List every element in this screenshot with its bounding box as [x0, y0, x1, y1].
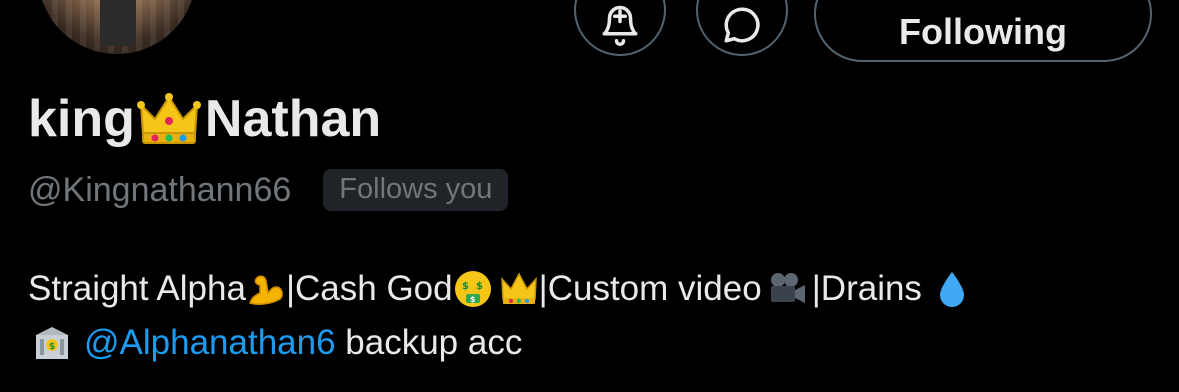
display-name: king Nathan	[28, 84, 381, 154]
display-name-part1: king	[28, 90, 135, 148]
bio-text-3: |Custom video	[538, 269, 762, 308]
message-bubble-icon	[724, 7, 760, 43]
bio-mention-link[interactable]: @Alphanathan6	[84, 316, 336, 370]
profile-bio: Straight Alpha |Cash God $ $ $ |Custom v…	[28, 262, 1158, 370]
movie-camera-icon	[770, 273, 805, 303]
bio-line-2: $ @Alphanathan6 backup acc	[28, 316, 1158, 370]
droplet-icon	[939, 272, 964, 307]
bio-text-1: Straight Alpha	[28, 269, 246, 308]
bio-backup-text: backup acc	[335, 323, 523, 362]
money-mouth-face-icon: $ $ $	[454, 271, 491, 307]
notifications-button[interactable]	[574, 0, 666, 56]
user-handle: @Kingnathann66	[28, 170, 292, 209]
avatar-figure	[100, 0, 136, 46]
svg-text:$: $	[49, 342, 55, 352]
follows-you-badge: Follows you	[323, 169, 509, 211]
message-button[interactable]	[696, 0, 788, 56]
bank-icon: $	[36, 327, 68, 359]
crown-icon	[136, 93, 201, 144]
display-name-part2: Nathan	[204, 90, 382, 148]
bio-text-4: |Drains	[811, 269, 922, 308]
avatar[interactable]	[34, 0, 200, 58]
flexed-biceps-icon	[248, 275, 283, 305]
svg-text:$: $	[470, 295, 476, 304]
svg-text:$: $	[462, 281, 469, 292]
svg-text:$: $	[476, 281, 483, 292]
crown-icon	[500, 272, 537, 304]
bell-plus-icon	[602, 5, 638, 46]
handle-row: @Kingnathann66 Follows you	[28, 166, 509, 214]
bio-line-1: Straight Alpha |Cash God $ $ $ |Custom v…	[28, 262, 1158, 316]
bio-text-2: |Cash God	[285, 269, 453, 308]
following-button[interactable]: Following	[814, 0, 1152, 62]
